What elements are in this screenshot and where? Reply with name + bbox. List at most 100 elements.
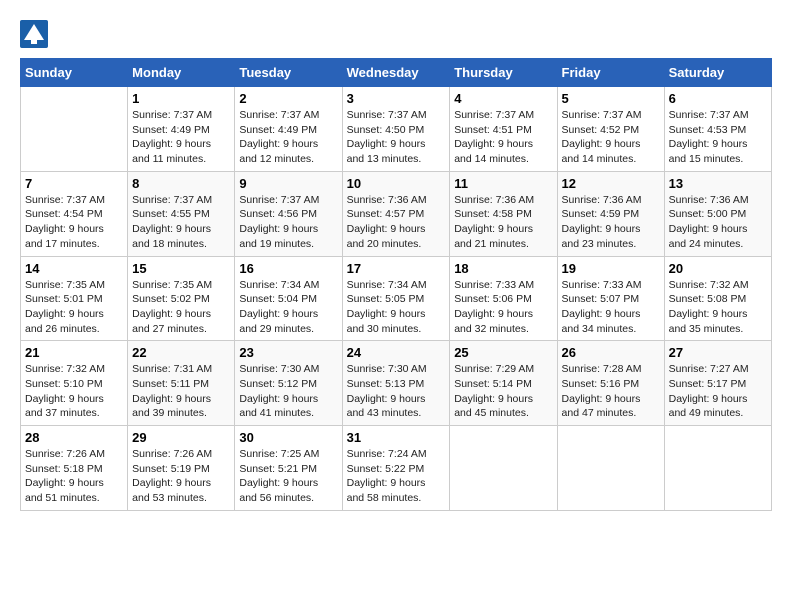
week-row-3: 14 Sunrise: 7:35 AMSunset: 5:01 PMDayligh… bbox=[21, 256, 772, 341]
calendar-header: SundayMondayTuesdayWednesdayThursdayFrid… bbox=[21, 59, 772, 87]
day-info: Sunrise: 7:26 AMSunset: 5:19 PMDaylight:… bbox=[132, 447, 230, 506]
day-info: Sunrise: 7:37 AMSunset: 4:52 PMDaylight:… bbox=[562, 108, 660, 167]
week-row-2: 7Sunrise: 7:37 AMSunset: 4:54 PMDaylight… bbox=[21, 171, 772, 256]
day-number: 20 bbox=[669, 261, 767, 276]
calendar-cell: 2 Sunrise: 7:37 AMSunset: 4:49 PMDaylight… bbox=[235, 87, 342, 172]
day-number: 29 bbox=[132, 430, 230, 445]
calendar-cell bbox=[664, 426, 771, 511]
calendar-cell: 20 Sunrise: 7:32 AMSunset: 5:08 PMDayligh… bbox=[664, 256, 771, 341]
calendar-cell: 15 Sunrise: 7:35 AMSunset: 5:02 PMDayligh… bbox=[128, 256, 235, 341]
day-info: Sunrise: 7:34 AMSunset: 5:05 PMDaylight:… bbox=[347, 278, 446, 337]
calendar-table: SundayMondayTuesdayWednesdayThursdayFrid… bbox=[20, 58, 772, 511]
day-info: Sunrise: 7:36 AMSunset: 4:58 PMDaylight:… bbox=[454, 193, 552, 252]
calendar-cell: 17 Sunrise: 7:34 AMSunset: 5:05 PMDayligh… bbox=[342, 256, 450, 341]
day-number: 14 bbox=[25, 261, 123, 276]
day-number: 26 bbox=[562, 345, 660, 360]
day-info: Sunrise: 7:30 AMSunset: 5:12 PMDaylight:… bbox=[239, 362, 337, 421]
day-info: Sunrise: 7:37 AMSunset: 4:51 PMDaylight:… bbox=[454, 108, 552, 167]
day-info: Sunrise: 7:36 AMSunset: 4:57 PMDaylight:… bbox=[347, 193, 446, 252]
calendar-cell bbox=[21, 87, 128, 172]
calendar-cell: 29 Sunrise: 7:26 AMSunset: 5:19 PMDayligh… bbox=[128, 426, 235, 511]
day-number: 16 bbox=[239, 261, 337, 276]
day-number: 6 bbox=[669, 91, 767, 106]
day-info: Sunrise: 7:37 AMSunset: 4:49 PMDaylight:… bbox=[239, 108, 337, 167]
calendar-cell: 25 Sunrise: 7:29 AMSunset: 5:14 PMDayligh… bbox=[450, 341, 557, 426]
day-number: 1 bbox=[132, 91, 230, 106]
day-info: Sunrise: 7:27 AMSunset: 5:17 PMDaylight:… bbox=[669, 362, 767, 421]
day-number: 15 bbox=[132, 261, 230, 276]
day-number: 31 bbox=[347, 430, 446, 445]
day-number: 27 bbox=[669, 345, 767, 360]
calendar-cell: 27 Sunrise: 7:27 AMSunset: 5:17 PMDayligh… bbox=[664, 341, 771, 426]
day-info: Sunrise: 7:35 AMSunset: 5:02 PMDaylight:… bbox=[132, 278, 230, 337]
calendar-cell: 7Sunrise: 7:37 AMSunset: 4:54 PMDaylight… bbox=[21, 171, 128, 256]
calendar-body: 1 Sunrise: 7:37 AMSunset: 4:49 PMDaylight… bbox=[21, 87, 772, 511]
day-number: 30 bbox=[239, 430, 337, 445]
day-number: 12 bbox=[562, 176, 660, 191]
day-number: 24 bbox=[347, 345, 446, 360]
calendar-cell: 12 Sunrise: 7:36 AMSunset: 4:59 PMDayligh… bbox=[557, 171, 664, 256]
day-info: Sunrise: 7:36 AMSunset: 4:59 PMDaylight:… bbox=[562, 193, 660, 252]
calendar-cell: 4Sunrise: 7:37 AMSunset: 4:51 PMDaylight… bbox=[450, 87, 557, 172]
day-number: 7 bbox=[25, 176, 123, 191]
day-number: 22 bbox=[132, 345, 230, 360]
day-info: Sunrise: 7:32 AMSunset: 5:08 PMDaylight:… bbox=[669, 278, 767, 337]
header-saturday: Saturday bbox=[664, 59, 771, 87]
logo bbox=[20, 20, 50, 48]
day-number: 2 bbox=[239, 91, 337, 106]
day-number: 8 bbox=[132, 176, 230, 191]
calendar-cell: 9 Sunrise: 7:37 AMSunset: 4:56 PMDaylight… bbox=[235, 171, 342, 256]
day-number: 11 bbox=[454, 176, 552, 191]
day-info: Sunrise: 7:37 AMSunset: 4:50 PMDaylight:… bbox=[347, 108, 446, 167]
day-number: 19 bbox=[562, 261, 660, 276]
header-wednesday: Wednesday bbox=[342, 59, 450, 87]
page-header bbox=[20, 20, 772, 48]
calendar-cell: 16 Sunrise: 7:34 AMSunset: 5:04 PMDayligh… bbox=[235, 256, 342, 341]
calendar-cell: 11 Sunrise: 7:36 AMSunset: 4:58 PMDayligh… bbox=[450, 171, 557, 256]
calendar-cell: 28 Sunrise: 7:26 AMSunset: 5:18 PMDayligh… bbox=[21, 426, 128, 511]
day-info: Sunrise: 7:37 AMSunset: 4:56 PMDaylight:… bbox=[239, 193, 337, 252]
day-number: 9 bbox=[239, 176, 337, 191]
day-info: Sunrise: 7:30 AMSunset: 5:13 PMDaylight:… bbox=[347, 362, 446, 421]
day-info: Sunrise: 7:37 AMSunset: 4:55 PMDaylight:… bbox=[132, 193, 230, 252]
day-info: Sunrise: 7:35 AMSunset: 5:01 PMDaylight:… bbox=[25, 278, 123, 337]
calendar-cell bbox=[450, 426, 557, 511]
day-info: Sunrise: 7:32 AMSunset: 5:10 PMDaylight:… bbox=[25, 362, 123, 421]
day-info: Sunrise: 7:29 AMSunset: 5:14 PMDaylight:… bbox=[454, 362, 552, 421]
day-info: Sunrise: 7:31 AMSunset: 5:11 PMDaylight:… bbox=[132, 362, 230, 421]
calendar-cell: 24 Sunrise: 7:30 AMSunset: 5:13 PMDayligh… bbox=[342, 341, 450, 426]
day-info: Sunrise: 7:28 AMSunset: 5:16 PMDaylight:… bbox=[562, 362, 660, 421]
calendar-cell: 10 Sunrise: 7:36 AMSunset: 4:57 PMDayligh… bbox=[342, 171, 450, 256]
calendar-cell: 23 Sunrise: 7:30 AMSunset: 5:12 PMDayligh… bbox=[235, 341, 342, 426]
day-info: Sunrise: 7:24 AMSunset: 5:22 PMDaylight:… bbox=[347, 447, 446, 506]
calendar-cell: 18Sunrise: 7:33 AMSunset: 5:06 PMDayligh… bbox=[450, 256, 557, 341]
day-number: 28 bbox=[25, 430, 123, 445]
calendar-cell: 6 Sunrise: 7:37 AMSunset: 4:53 PMDaylight… bbox=[664, 87, 771, 172]
calendar-cell: 14 Sunrise: 7:35 AMSunset: 5:01 PMDayligh… bbox=[21, 256, 128, 341]
day-number: 13 bbox=[669, 176, 767, 191]
week-row-1: 1 Sunrise: 7:37 AMSunset: 4:49 PMDaylight… bbox=[21, 87, 772, 172]
header-thursday: Thursday bbox=[450, 59, 557, 87]
day-number: 25 bbox=[454, 345, 552, 360]
header-row: SundayMondayTuesdayWednesdayThursdayFrid… bbox=[21, 59, 772, 87]
calendar-cell: 22 Sunrise: 7:31 AMSunset: 5:11 PMDayligh… bbox=[128, 341, 235, 426]
week-row-5: 28 Sunrise: 7:26 AMSunset: 5:18 PMDayligh… bbox=[21, 426, 772, 511]
day-number: 23 bbox=[239, 345, 337, 360]
calendar-cell: 13Sunrise: 7:36 AMSunset: 5:00 PMDayligh… bbox=[664, 171, 771, 256]
day-number: 10 bbox=[347, 176, 446, 191]
calendar-cell: 30Sunrise: 7:25 AMSunset: 5:21 PMDayligh… bbox=[235, 426, 342, 511]
day-info: Sunrise: 7:37 AMSunset: 4:49 PMDaylight:… bbox=[132, 108, 230, 167]
day-info: Sunrise: 7:34 AMSunset: 5:04 PMDaylight:… bbox=[239, 278, 337, 337]
day-number: 17 bbox=[347, 261, 446, 276]
calendar-cell: 21Sunrise: 7:32 AMSunset: 5:10 PMDayligh… bbox=[21, 341, 128, 426]
calendar-cell: 5Sunrise: 7:37 AMSunset: 4:52 PMDaylight… bbox=[557, 87, 664, 172]
day-info: Sunrise: 7:37 AMSunset: 4:53 PMDaylight:… bbox=[669, 108, 767, 167]
header-sunday: Sunday bbox=[21, 59, 128, 87]
day-info: Sunrise: 7:26 AMSunset: 5:18 PMDaylight:… bbox=[25, 447, 123, 506]
calendar-cell: 26 Sunrise: 7:28 AMSunset: 5:16 PMDayligh… bbox=[557, 341, 664, 426]
header-tuesday: Tuesday bbox=[235, 59, 342, 87]
calendar-cell: 1 Sunrise: 7:37 AMSunset: 4:49 PMDaylight… bbox=[128, 87, 235, 172]
week-row-4: 21Sunrise: 7:32 AMSunset: 5:10 PMDayligh… bbox=[21, 341, 772, 426]
calendar-cell: 3Sunrise: 7:37 AMSunset: 4:50 PMDaylight… bbox=[342, 87, 450, 172]
header-monday: Monday bbox=[128, 59, 235, 87]
